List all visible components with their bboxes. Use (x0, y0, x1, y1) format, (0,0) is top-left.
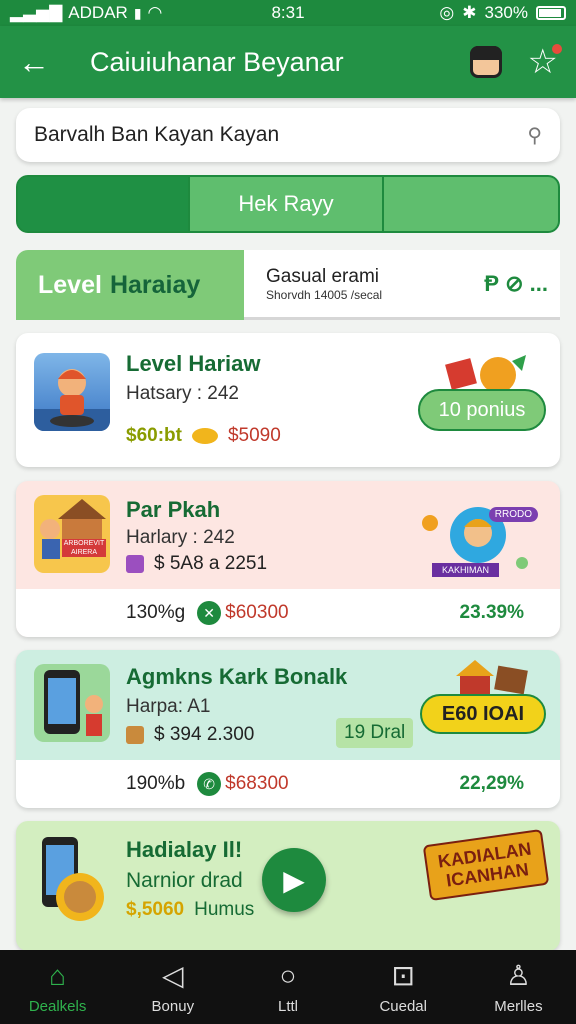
phone-avatar-icon (42, 837, 104, 921)
cash-box-icon (126, 726, 144, 744)
price: $5090 (227, 425, 281, 446)
circle-icon: ○ (279, 959, 297, 991)
card-extra: $ 394 2.300 (154, 724, 255, 745)
more-icon[interactable]: Ᵽ ⊘ ... (484, 271, 548, 297)
card-subtitle: Harpa: A1 (126, 696, 211, 717)
clock: 8:31 (271, 3, 305, 22)
segment-hek-rayy[interactable]: Hek Rayy (190, 177, 384, 231)
bluetooth-icon: ✱ (462, 3, 477, 22)
offer-card[interactable]: Level Hariaw Hatsary : 242 $60:bt $5090 … (16, 333, 560, 467)
nav-item-lttl[interactable]: ○ Lttl (230, 950, 345, 1024)
nav-label: Merlles (494, 997, 543, 1015)
page-title: Caiuiuhanar Beyanar (90, 46, 344, 77)
card-title: Agmkns Kark Bonalk (126, 664, 348, 689)
nav-item-merlles[interactable]: ♙ Merlles (461, 950, 576, 1024)
star-icon[interactable]: ☆ (528, 42, 562, 82)
gold-coin-icon (191, 428, 218, 444)
coin-amount: $60:bt (126, 425, 182, 446)
signal-icon: ▂▃▅▇ (10, 3, 63, 22)
bonus-button[interactable]: 10 ponius (418, 389, 546, 431)
card-title: Hadialay Il! (126, 837, 243, 862)
house-thumbnail: ARBOREVIT AIRERA (34, 495, 110, 573)
segmented-control: Hek Rayy (16, 175, 560, 233)
character-art: RRODO KAKHIMAN (418, 493, 538, 579)
badge: RRODO (488, 507, 538, 522)
card-footer: 190%b ✆ $68300 22,29% (16, 760, 560, 808)
triangle-back-icon: ◁ (162, 959, 184, 991)
phone-thumbnail (34, 664, 110, 742)
x-circle-icon: ✕ (197, 601, 222, 625)
footer-rate: 190%b (126, 773, 186, 794)
house-illustration-icon (40, 499, 106, 559)
card-extra: $ 5A8 a 2251 (154, 553, 268, 574)
sync-icon: ◎ (439, 3, 455, 22)
status-bar: ▂▃▅▇ ADDAR ▮ ◠ 8:31 ◎ ✱ 330% (0, 0, 576, 26)
phone-illustration-icon (44, 670, 103, 736)
carrier-label: ADDAR (68, 3, 128, 22)
claim-button[interactable]: E60 IOAI (420, 694, 546, 734)
bonus-suffix: Humus (194, 899, 255, 920)
footer-percent: 22,29% (459, 773, 524, 794)
thumb-label: ARBOREVIT AIRERA (62, 539, 106, 557)
ribbon: KAKHIMAN (432, 563, 500, 577)
footer-rate: 130%g (126, 602, 186, 623)
phone-circle-icon: ✆ (197, 772, 222, 796)
bottom-nav: ⌂ Dealkels ◁ Bonuy ○ Lttl ⊡ Cuedal ♙ Mer… (0, 950, 576, 1024)
nav-label: Bonuy (151, 997, 195, 1015)
play-button[interactable]: ▶ (262, 848, 326, 912)
nav-label: Cuedal (379, 997, 427, 1015)
footer-percent: 23.39% (459, 602, 524, 623)
coin-amount: $,5060 (126, 899, 185, 920)
search-value: Barvalh Ban Kayan Kayan (34, 123, 280, 146)
tab-gasual-erami[interactable]: Gasual erami Shorvdh 14005 /secal Ᵽ ⊘ ..… (244, 250, 560, 320)
card-subtitle: Hatsary : 242 (126, 383, 239, 404)
card-footer: 130%g ✕ $60300 23.39% (16, 589, 560, 637)
gift-box-icon (126, 555, 144, 573)
battery-icon (536, 6, 566, 20)
tab-label-a: Level (38, 270, 102, 299)
offer-card[interactable]: Agmkns Kark Bonalk Harpa: A1 $ 394 2.300… (16, 650, 560, 808)
home-icon: ⌂ (49, 959, 67, 991)
tab-title: Gasual erami (266, 265, 379, 287)
wifi-icon: ◠ (147, 3, 163, 22)
search-icon[interactable]: ⚲ (527, 123, 542, 148)
tag: 19 Dral (336, 718, 414, 748)
card-title: Par Pkah (126, 497, 221, 522)
bag-icon: ⊡ (391, 959, 415, 991)
tab-label-b: Haraiay (109, 270, 201, 299)
footer-price: $68300 (225, 773, 289, 794)
battery-percent: 330% (484, 3, 528, 22)
tab-level-haraiay[interactable]: Level Haraiay (16, 250, 244, 320)
card-title: Level Hariaw (126, 351, 261, 376)
phone-avatar-thumbnail (34, 833, 110, 925)
card-subtitle: Narnior drad (126, 869, 243, 892)
search-input[interactable]: Barvalh Ban Kayan Kayan ⚲ (16, 108, 560, 162)
segment-right[interactable] (384, 177, 558, 231)
offer-card[interactable]: ARBOREVIT AIRERA Par Pkah Harlary : 242 … (16, 481, 560, 637)
segment-left[interactable] (18, 177, 190, 231)
temple-icon (452, 658, 532, 698)
game-art-title: KADIALAN ICANHAN (422, 828, 550, 902)
avatar-icon[interactable] (469, 46, 502, 78)
user-icon: ♙ (505, 959, 531, 991)
app-bar: ← Caiuiuhanar Beyanar ☆ (0, 26, 576, 98)
sim-icon: ▮ (133, 4, 142, 21)
notification-dot (552, 44, 562, 54)
nav-label: Lttl (278, 997, 299, 1015)
kid-illustration-icon (34, 369, 110, 431)
card-subtitle: Harlary : 242 (126, 527, 235, 548)
kid-thumbnail (34, 353, 110, 431)
nav-item-dealkels[interactable]: ⌂ Dealkels (0, 950, 115, 1024)
play-icon: ▶ (283, 864, 305, 896)
nav-item-bonuy[interactable]: ◁ Bonuy (115, 950, 230, 1024)
tab-bar: Level Haraiay Gasual erami Shorvdh 14005… (16, 250, 560, 320)
nav-label: Dealkels (28, 997, 87, 1015)
arrow-left-icon[interactable]: ← (18, 44, 68, 81)
tab-subtitle: Shorvdh 14005 /secal (266, 287, 383, 302)
footer-price: $60300 (225, 602, 289, 623)
nav-item-cuedal[interactable]: ⊡ Cuedal (346, 950, 461, 1024)
